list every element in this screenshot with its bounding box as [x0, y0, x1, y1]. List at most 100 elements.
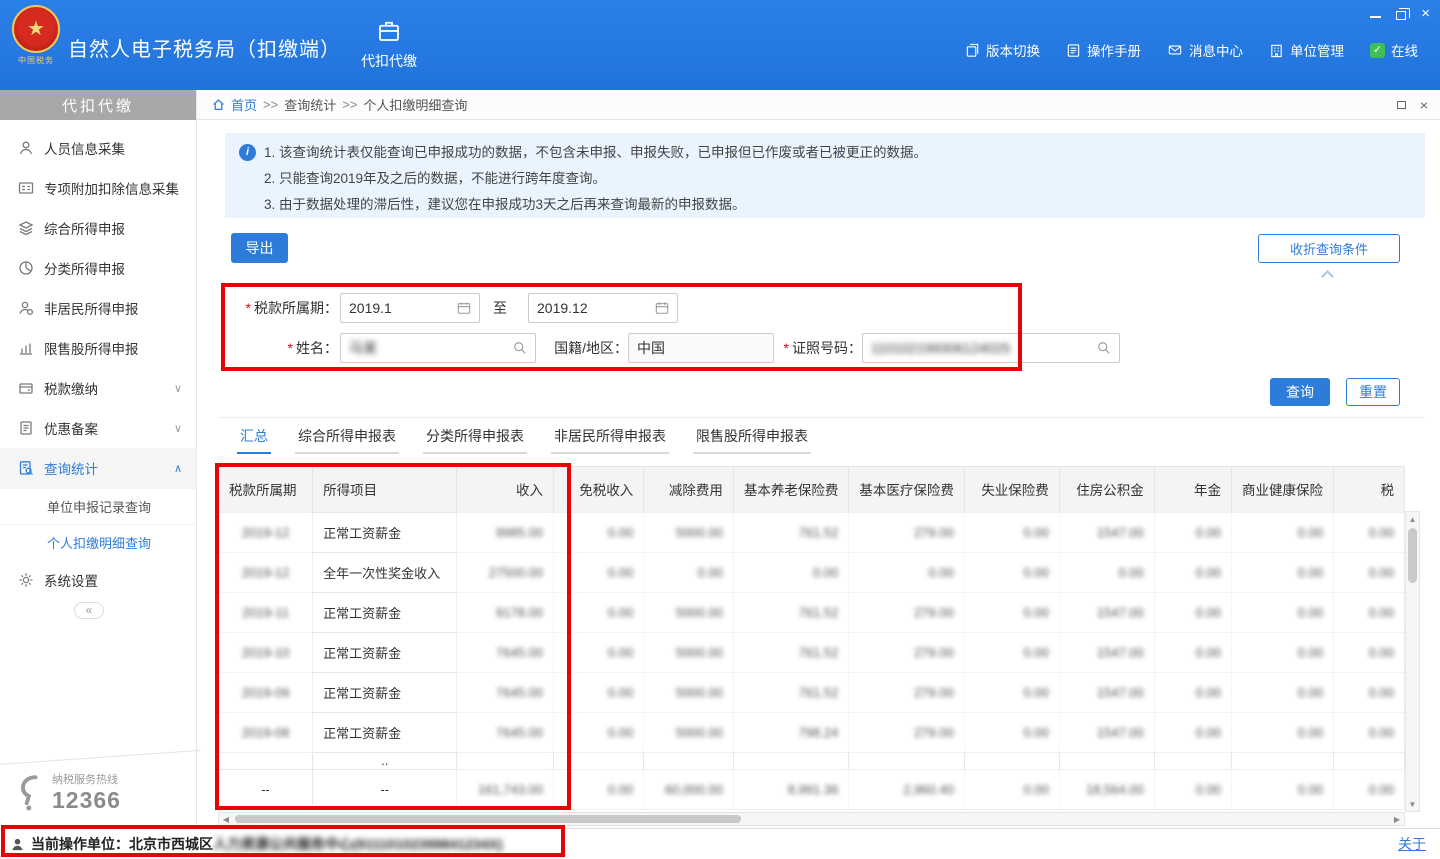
emblem-star: ★	[27, 19, 45, 39]
collapse-query-conditions-button[interactable]: 收折查询条件	[1258, 234, 1400, 263]
id-number-input[interactable]: 110102199306124025	[862, 333, 1120, 363]
query-button[interactable]: 查询	[1270, 378, 1330, 406]
sidebar-item-label: 综合所得申报	[44, 218, 125, 238]
name-value: 马某	[349, 338, 513, 358]
tab-comprehensive-income-return[interactable]: 综合所得申报表	[295, 426, 399, 454]
vertical-scrollbar[interactable]: ▲ ▼	[1405, 511, 1420, 812]
table-cell: 0.00	[554, 712, 644, 752]
tab-nonresident-income-return[interactable]: 非居民所得申报表	[551, 426, 669, 454]
caret-up-icon	[1321, 270, 1334, 283]
scroll-down-arrow-icon[interactable]: ▼	[1406, 797, 1419, 811]
scroll-left-arrow-icon[interactable]: ◀	[219, 813, 233, 825]
table-cell: --	[313, 769, 457, 809]
sidebar-item-restricted-shares[interactable]: 限售股所得申报	[0, 328, 196, 368]
version-switch-icon	[965, 43, 980, 58]
sidebar-collapse-button[interactable]: «	[74, 602, 104, 619]
online-status[interactable]: ✓ 在线	[1370, 40, 1418, 60]
table-cell: 0.00	[849, 552, 965, 592]
table-cell: 0.00	[964, 632, 1059, 672]
horizontal-scrollbar-thumb[interactable]	[235, 815, 741, 823]
gear-icon	[18, 572, 34, 588]
table-cell	[849, 752, 965, 769]
table-cell: 正常工资薪金	[313, 672, 457, 712]
search-icon[interactable]	[1097, 341, 1111, 355]
hotline-phone-icon	[16, 774, 42, 812]
pie-chart-icon	[18, 260, 34, 276]
org-management-label: 单位管理	[1290, 40, 1344, 60]
calendar-icon[interactable]	[655, 301, 669, 315]
calendar-icon[interactable]	[457, 301, 471, 315]
breadcrumb-home-link[interactable]: 首页	[231, 95, 257, 114]
table-cell	[964, 752, 1059, 769]
sidebar: 代扣代缴 人员信息采集 专项附加扣除信息采集 综合所得申报 分类所得申报	[0, 90, 197, 828]
version-switch-link[interactable]: 版本切换	[965, 40, 1040, 60]
scroll-up-arrow-icon[interactable]: ▲	[1406, 512, 1419, 526]
sidebar-subitem-unit-declaration-query[interactable]: 单位申报记录查询	[0, 488, 196, 524]
table-cell: 0.00	[1334, 512, 1405, 552]
sidebar-item-special-deduction[interactable]: 专项附加扣除信息采集	[0, 168, 196, 208]
table-cell: 27500.00	[457, 552, 554, 592]
online-label: 在线	[1391, 40, 1418, 60]
sidebar-item-nonresident-income[interactable]: 非居民所得申报	[0, 288, 196, 328]
manual-link[interactable]: 操作手册	[1066, 40, 1141, 60]
window-restore-button[interactable]	[1396, 6, 1406, 22]
table-cell: 0.00	[554, 632, 644, 672]
reset-button[interactable]: 重置	[1346, 378, 1400, 406]
divider	[0, 750, 201, 765]
table-cell: 2,960.40	[849, 769, 965, 809]
table-cell	[1334, 752, 1405, 769]
home-icon	[212, 98, 225, 111]
breadcrumb-separator: >>	[342, 97, 357, 112]
sidebar-item-label: 查询统计	[44, 458, 98, 478]
pane-close-button[interactable]: ×	[1420, 97, 1428, 113]
pane-restore-button[interactable]	[1397, 101, 1406, 109]
sidebar-item-system-settings[interactable]: 系统设置	[0, 560, 196, 600]
sidebar-item-classified-income[interactable]: 分类所得申报	[0, 248, 196, 288]
table-cell: 7645.00	[457, 672, 554, 712]
period-start-input[interactable]: 2019.1	[340, 293, 480, 323]
sidebar-item-preferential-filing[interactable]: 优惠备案 ∨	[0, 408, 196, 448]
table-cell: 正常工资薪金	[313, 712, 457, 752]
org-management-link[interactable]: 单位管理	[1269, 40, 1344, 60]
period-end-value: 2019.12	[537, 300, 655, 316]
id-number-label-text: 证照号码：	[792, 340, 862, 356]
required-mark: *	[288, 340, 293, 356]
name-input[interactable]: 马某	[340, 333, 536, 363]
manual-icon	[1066, 43, 1081, 58]
notice-line-1: 1. 该查询统计表仅能查询已申报成功的数据，不包含未申报、申报失败，已申报但已作…	[264, 140, 927, 166]
notice-panel: i 1. 该查询统计表仅能查询已申报成功的数据，不包含未申报、申报失败，已申报但…	[225, 133, 1425, 218]
period-end-input[interactable]: 2019.12	[528, 293, 678, 323]
sidebar-item-tax-payment[interactable]: 税款缴纳 ∨	[0, 368, 196, 408]
sidebar-item-personnel-info[interactable]: 人员信息采集	[0, 128, 196, 168]
export-button[interactable]: 导出	[231, 233, 288, 263]
sidebar-subitem-personal-withholding-query[interactable]: 个人扣缴明细查询	[0, 524, 196, 560]
chevron-up-icon: ∧	[174, 462, 182, 475]
tab-summary[interactable]: 汇总	[237, 426, 271, 454]
about-link[interactable]: 关于	[1398, 834, 1426, 854]
sidebar-item-comprehensive-income[interactable]: 综合所得申报	[0, 208, 196, 248]
horizontal-scrollbar[interactable]: ◀ ▶	[218, 812, 1405, 826]
column-header: 所得项目	[313, 467, 457, 512]
tab-classified-income-return[interactable]: 分类所得申报表	[423, 426, 527, 454]
table-cell: 1547.00	[1059, 512, 1154, 552]
window-close-button[interactable]: ×	[1421, 6, 1430, 22]
scroll-right-arrow-icon[interactable]: ▶	[1390, 813, 1404, 825]
document-icon	[18, 420, 34, 436]
nationality-input[interactable]: 中国	[628, 333, 774, 363]
table-cell: 161,743.00	[457, 769, 554, 809]
message-center-link[interactable]: 消息中心	[1167, 40, 1243, 60]
table-cell: 0.00	[1232, 592, 1334, 632]
chevron-down-icon: ∨	[174, 382, 182, 395]
tab-restricted-shares-return[interactable]: 限售股所得申报表	[693, 426, 811, 454]
sidebar-item-query-statistics[interactable]: 查询统计 ∧	[0, 448, 196, 488]
vertical-scrollbar-thumb[interactable]	[1408, 528, 1417, 583]
column-header: 商业健康保险	[1232, 467, 1334, 512]
partial-row: ..	[219, 752, 1405, 769]
table-cell: 0.00	[1154, 632, 1231, 672]
column-header: 收入	[457, 467, 554, 512]
table-cell: 正常工资薪金	[313, 592, 457, 632]
search-icon[interactable]	[513, 341, 527, 355]
table-cell: 5000.00	[644, 712, 734, 752]
window-minimize-button[interactable]	[1370, 6, 1381, 22]
module-tab-withholding[interactable]: 代扣代缴	[346, 0, 432, 90]
